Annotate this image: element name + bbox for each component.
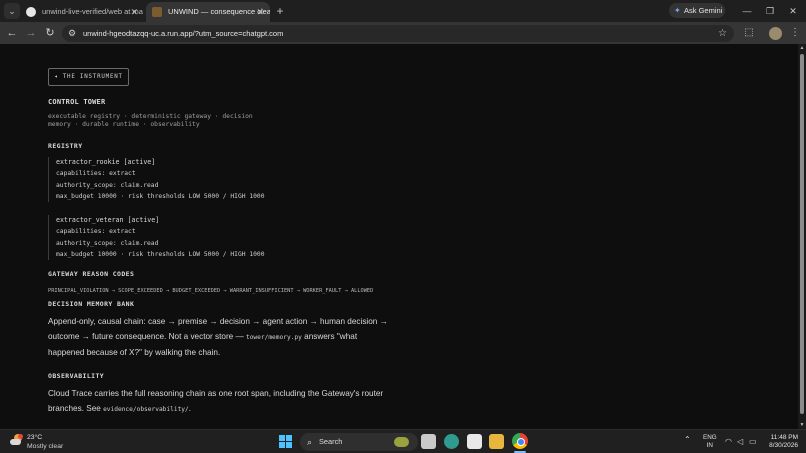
file-explorer-icon[interactable] [489, 434, 504, 449]
wifi-icon[interactable]: ◠ [725, 437, 732, 446]
observability-text: Cloud Trace carries the full reasoning c… [48, 386, 393, 417]
volume-icon[interactable]: ◁ [737, 437, 743, 446]
taskbar-search[interactable]: ⌕ Search [300, 433, 418, 451]
agent-capabilities: capabilities: extract [56, 228, 136, 236]
ask-gemini-label: Ask Gemini [684, 6, 723, 15]
observability-text-part-2: . [188, 404, 192, 413]
gateway-heading: GATEWAY REASON CODES [48, 270, 135, 278]
profile-avatar[interactable] [769, 27, 782, 40]
scroll-down-icon[interactable]: ▼ [799, 422, 805, 428]
language-code: ENG [703, 434, 717, 441]
page-content: ◂ THE INSTRUMENT CONTROL TOWER executabl… [0, 44, 806, 429]
agent-card-veteran: extractor_veteran [active] capabilities:… [48, 215, 308, 261]
battery-icon[interactable]: ▭ [749, 437, 757, 446]
weather-icon[interactable] [9, 434, 23, 447]
chevron-up-icon[interactable]: ⌃ [684, 435, 691, 444]
tab-title: unwind-live-verified/web at ma [42, 7, 143, 16]
clock[interactable]: 11:48 PM 8/30/2026 [762, 434, 798, 450]
search-highlight-icon [394, 437, 409, 447]
minimize-icon[interactable]: — [737, 3, 757, 19]
page-title: CONTROL TOWER [48, 98, 106, 106]
github-icon [26, 7, 36, 17]
toolbar: ← → ↻ ⚙ unwind-hgeodtazqq-uc.a.run.app/?… [0, 22, 806, 44]
edge-icon[interactable] [444, 434, 459, 449]
close-tab-icon[interactable]: ✕ [130, 2, 138, 22]
gemini-spark-icon: ✦ [674, 6, 681, 15]
subtitle-line-2: memory · durable runtime · observability [48, 121, 200, 128]
clock-date: 8/30/2026 [769, 442, 798, 449]
scrollbar-thumb[interactable] [800, 54, 804, 414]
unwind-favicon-icon [152, 7, 162, 17]
scroll-up-icon[interactable]: ▲ [799, 45, 805, 51]
observability-code-ref: evidence/observability/ [103, 406, 189, 413]
new-tab-button[interactable]: + [272, 3, 288, 19]
agent-capabilities: capabilities: extract [56, 170, 136, 178]
reload-icon[interactable]: ↻ [42, 25, 58, 41]
tab-search-dropdown[interactable]: ⌄ [4, 3, 20, 19]
agent-card-rookie: extractor_rookie [active] capabilities: … [48, 157, 308, 203]
decision-memory-text: Append-only, causal chain: case → premis… [48, 314, 393, 360]
restore-icon[interactable]: ❐ [760, 3, 780, 19]
page-scrollbar[interactable]: ▲ ▼ [798, 44, 806, 429]
more-menu-icon[interactable]: ⋮ [790, 25, 800, 41]
tab-title: UNWIND — consequence clea [168, 7, 270, 16]
agent-scope: authority_scope: claim.read [56, 239, 159, 247]
windows-start-icon[interactable] [279, 435, 292, 448]
agent-name: extractor_rookie [active] [56, 158, 156, 166]
ask-gemini-button[interactable]: ✦ Ask Gemini [669, 3, 725, 18]
the-instrument-button[interactable]: ◂ THE INSTRUMENT [48, 68, 129, 86]
close-tab-icon[interactable]: ✕ [256, 2, 264, 22]
url-text[interactable]: unwind-hgeodtazqq-uc.a.run.app/?utm_sour… [83, 25, 283, 42]
task-view-icon[interactable] [421, 434, 436, 449]
taskbar: 23°C Mostly clear ⌕ Search ⌃ ENG IN ◠ ◁ … [0, 429, 806, 453]
language-indicator[interactable]: ENG IN [703, 434, 717, 449]
extensions-icon[interactable]: ⬚ [742, 25, 756, 41]
agent-name: extractor_veteran [active] [56, 216, 160, 224]
forward-arrow-icon[interactable]: → [23, 25, 39, 41]
region-code: IN [706, 441, 713, 449]
weather-condition[interactable]: Mostly clear [27, 443, 63, 450]
site-info-icon[interactable]: ⚙ [68, 25, 76, 42]
agent-budget: max_budget 10000 · risk thresholds LOW 5… [56, 250, 265, 258]
agent-budget: max_budget 10000 · risk thresholds LOW 5… [56, 192, 265, 200]
taskbar-search-label: Search [319, 437, 343, 446]
memory-code-ref: tower/memory.py [245, 334, 302, 341]
observability-text-part-1: Cloud Trace carries the full reasoning c… [48, 389, 384, 413]
observability-heading: OBSERVABILITY [48, 372, 105, 380]
close-window-icon[interactable]: ✕ [783, 3, 803, 19]
decision-memory-heading: DECISION MEMORY BANK [48, 300, 135, 308]
clock-time: 11:48 PM [770, 434, 798, 441]
tab-unwind[interactable]: UNWIND — consequence clea ✕ [146, 2, 270, 22]
back-arrow-icon[interactable]: ← [4, 25, 20, 41]
gateway-reason-codes: PRINCIPAL_VIOLATION → SCOPE_EXCEEDED → B… [48, 288, 374, 294]
search-icon: ⌕ [307, 437, 313, 447]
weather-temperature[interactable]: 23°C [27, 434, 42, 441]
chrome-icon[interactable] [512, 433, 528, 449]
tab-github[interactable]: unwind-live-verified/web at ma ✕ [20, 2, 144, 22]
registry-heading: REGISTRY [48, 142, 83, 150]
bookmark-star-icon[interactable]: ☆ [718, 25, 727, 42]
agent-scope: authority_scope: claim.read [56, 181, 159, 189]
subtitle-line-1: executable registry · deterministic gate… [48, 113, 253, 120]
store-icon[interactable] [467, 434, 482, 449]
tab-strip: ⌄ unwind-live-verified/web at ma ✕ UNWIN… [0, 0, 806, 22]
address-bar[interactable]: ⚙ unwind-hgeodtazqq-uc.a.run.app/?utm_so… [62, 25, 734, 42]
